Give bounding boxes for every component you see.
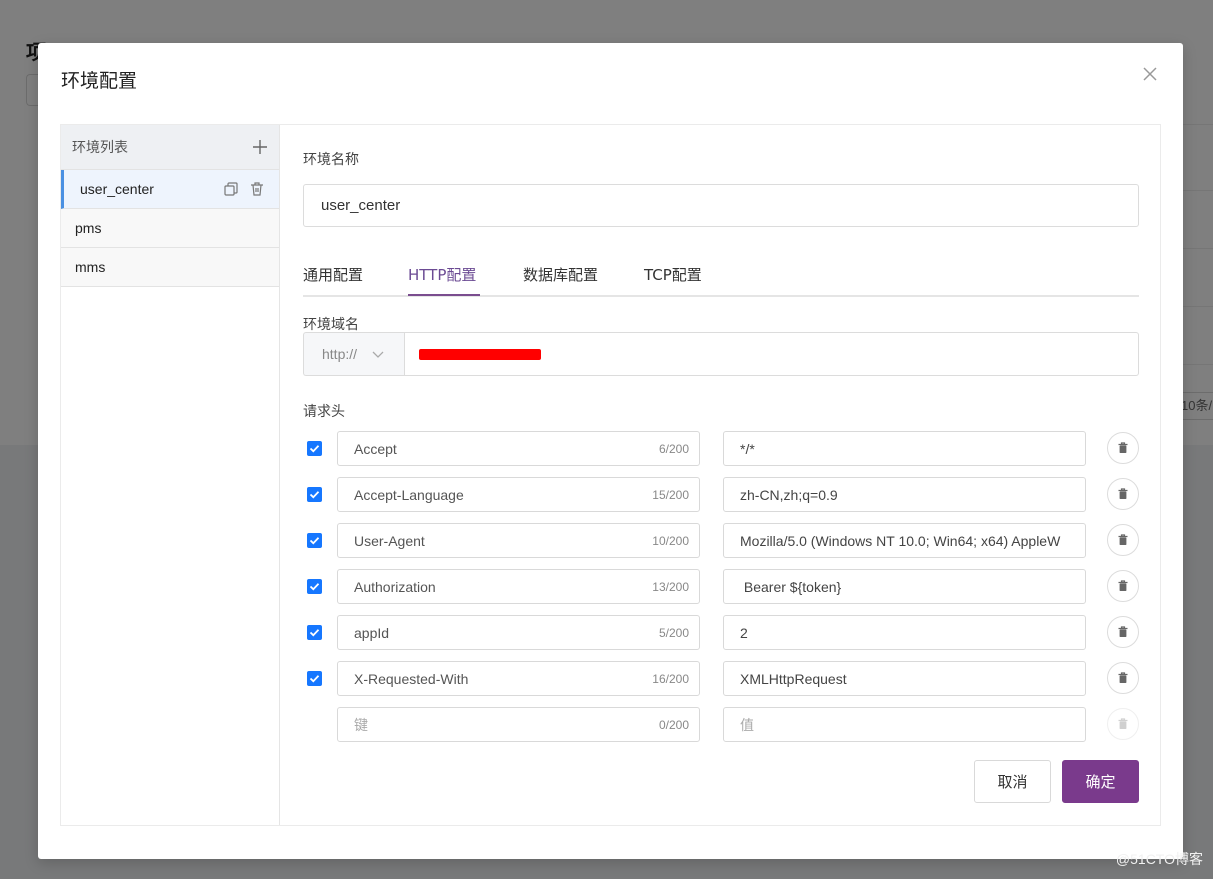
- header-row: appId 5/200 2: [303, 615, 1139, 651]
- delete-header-button[interactable]: [1107, 616, 1139, 648]
- env-name-label: 环境名称: [303, 152, 359, 168]
- header-key-input[interactable]: X-Requested-With 16/200: [337, 661, 700, 696]
- copy-icon[interactable]: [223, 181, 239, 197]
- header-enabled-checkbox[interactable]: [307, 625, 322, 640]
- char-count: 5/200: [658, 625, 689, 640]
- header-row: User-Agent 10/200 Mozilla/5.0 (Windows NT…: [303, 523, 1139, 559]
- header-key: appId: [354, 624, 390, 641]
- header-key: Authorization: [354, 578, 436, 595]
- header-value-input[interactable]: Mozilla/5.0 (Windows NT 10.0; Win64; x64…: [723, 523, 1086, 558]
- modal-body: 环境列表 user_center pms mms 环境名称 user_cente…: [60, 124, 1161, 826]
- sidebar-item-mms[interactable]: mms: [61, 248, 279, 287]
- tab-tcp[interactable]: TCP配置: [644, 264, 702, 285]
- protocol-value: http://: [322, 346, 358, 362]
- sidebar-item-label: user_center: [80, 181, 154, 197]
- header-key-input[interactable]: Authorization 13/200: [337, 569, 700, 604]
- environment-form: 环境名称 user_center 通用配置 HTTP配置 数据库配置 TCP配置…: [303, 125, 1139, 825]
- key-placeholder: 键: [354, 716, 368, 733]
- header-value-input[interactable]: */*: [723, 431, 1086, 466]
- tab-active-indicator: [408, 294, 480, 296]
- header-value-input[interactable]: 2: [723, 615, 1086, 650]
- header-row: Accept 6/200 */*: [303, 431, 1139, 467]
- header-value-input[interactable]: XMLHttpRequest: [723, 661, 1086, 696]
- close-icon[interactable]: [1139, 63, 1161, 85]
- config-tabs: 通用配置 HTTP配置 数据库配置 TCP配置: [303, 252, 1139, 297]
- char-count: 15/200: [652, 487, 689, 502]
- env-name-input[interactable]: user_center: [303, 184, 1139, 227]
- header-enabled-checkbox[interactable]: [307, 487, 322, 502]
- header-key: X-Requested-With: [354, 670, 469, 687]
- header-key-input[interactable]: User-Agent 10/200: [337, 523, 700, 558]
- header-key: Accept-Language: [354, 486, 464, 503]
- environment-sidebar: 环境列表 user_center pms mms: [61, 125, 280, 825]
- trash-icon: [1118, 626, 1128, 637]
- trash-icon[interactable]: [249, 181, 265, 197]
- header-key-input[interactable]: Accept 6/200: [337, 431, 700, 466]
- delete-header-button[interactable]: [1107, 478, 1139, 510]
- header-key-input[interactable]: Accept-Language 15/200: [337, 477, 700, 512]
- delete-header-button: [1107, 708, 1139, 740]
- watermark: @51CTO博客: [1115, 851, 1203, 867]
- chevron-down-icon: [371, 347, 385, 361]
- sidebar-item-user-center[interactable]: user_center: [61, 170, 279, 209]
- redacted-domain: [419, 348, 541, 360]
- char-count: 10/200: [652, 533, 689, 548]
- header-value-input[interactable]: Bearer ${token}: [723, 569, 1086, 604]
- header-row: Accept-Language 15/200 zh-CN,zh;q=0.9: [303, 477, 1139, 513]
- sidebar-item-label: mms: [75, 259, 106, 275]
- trash-icon: [1118, 672, 1128, 683]
- char-count: 13/200: [652, 579, 689, 594]
- tab-database[interactable]: 数据库配置: [523, 264, 598, 285]
- sidebar-header: 环境列表: [61, 125, 279, 170]
- sidebar-title: 环境列表: [72, 140, 128, 156]
- delete-header-button[interactable]: [1107, 432, 1139, 464]
- header-value-input[interactable]: zh-CN,zh;q=0.9: [723, 477, 1086, 512]
- new-header-key-input[interactable]: 键 0/200: [337, 707, 700, 742]
- trash-icon: [1118, 718, 1128, 729]
- trash-icon: [1118, 580, 1128, 591]
- trash-icon: [1118, 442, 1128, 453]
- trash-icon: [1118, 534, 1128, 545]
- new-header-value-input[interactable]: 值: [723, 707, 1086, 742]
- char-count: 0/200: [658, 717, 689, 732]
- confirm-button[interactable]: 确定: [1062, 760, 1139, 803]
- header-enabled-checkbox[interactable]: [307, 579, 322, 594]
- delete-header-button[interactable]: [1107, 524, 1139, 556]
- header-enabled-checkbox[interactable]: [307, 533, 322, 548]
- value-placeholder: 值: [740, 716, 754, 733]
- delete-header-button[interactable]: [1107, 570, 1139, 602]
- char-count: 16/200: [652, 671, 689, 686]
- trash-icon: [1118, 488, 1128, 499]
- domain-label: 环境域名: [303, 317, 359, 333]
- new-header-row: 键 0/200 值: [303, 707, 1139, 743]
- environment-config-modal: 环境配置 环境列表 user_center pms mms 环境名称 user_…: [38, 43, 1183, 859]
- protocol-select[interactable]: http://: [303, 332, 404, 376]
- modal-title: 环境配置: [61, 70, 138, 92]
- delete-header-button[interactable]: [1107, 662, 1139, 694]
- header-row: X-Requested-With 16/200 XMLHttpRequest: [303, 661, 1139, 697]
- tab-general[interactable]: 通用配置: [303, 264, 363, 285]
- sidebar-item-pms[interactable]: pms: [61, 209, 279, 248]
- header-key: Accept: [354, 440, 397, 457]
- sidebar-item-label: pms: [75, 220, 102, 236]
- char-count: 6/200: [658, 441, 689, 456]
- plus-icon[interactable]: [251, 138, 269, 156]
- headers-label: 请求头: [303, 404, 345, 420]
- tab-http[interactable]: HTTP配置: [408, 264, 476, 285]
- header-enabled-checkbox[interactable]: [307, 671, 322, 686]
- header-key: User-Agent: [354, 532, 425, 549]
- header-key-input[interactable]: appId 5/200: [337, 615, 700, 650]
- cancel-button[interactable]: 取消: [974, 760, 1051, 803]
- domain-input[interactable]: [404, 332, 1139, 376]
- header-enabled-checkbox[interactable]: [307, 441, 322, 456]
- header-row: Authorization 13/200 Bearer ${token}: [303, 569, 1139, 605]
